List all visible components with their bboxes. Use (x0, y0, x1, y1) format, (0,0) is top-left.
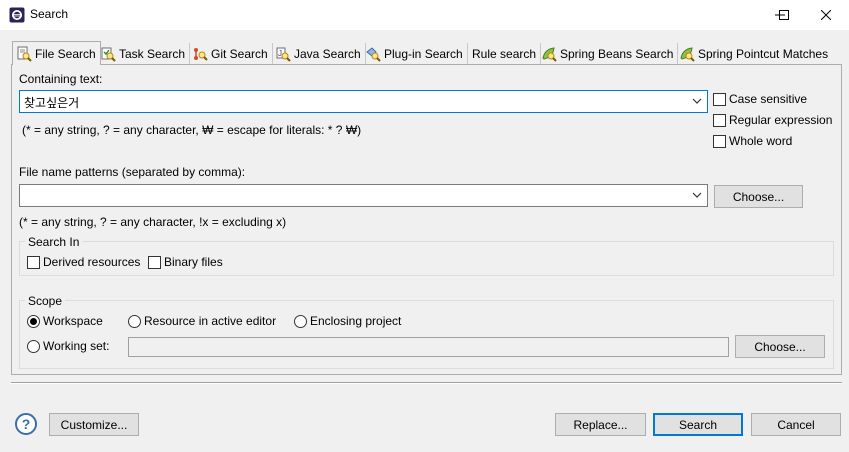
containing-text-value: 찾고싶은거 (24, 96, 80, 110)
footer-separator-highlight (11, 383, 842, 384)
help-button[interactable]: ? (15, 413, 37, 435)
binary-files-label: Binary files (164, 255, 223, 269)
close-icon (821, 10, 831, 20)
customize-button[interactable]: Customize... (49, 413, 139, 436)
containing-text-label: Containing text: (19, 72, 103, 86)
search-in-title: Search In (25, 235, 83, 249)
tab-java-search[interactable]: J Java Search (272, 43, 366, 64)
git-search-icon (194, 47, 208, 61)
maximize-button[interactable] (761, 0, 807, 30)
tab-git-search[interactable]: Git Search (189, 43, 273, 64)
file-search-icon (17, 46, 32, 62)
tab-label: Spring Beans Search (560, 46, 674, 61)
case-sensitive-checkbox[interactable] (713, 93, 726, 106)
tab-label: Java Search (294, 46, 361, 61)
window-title: Search (30, 7, 69, 21)
whole-word-label: Whole word (729, 134, 793, 148)
working-set-choose-button[interactable]: Choose... (735, 335, 825, 358)
working-set-label: Working set: (43, 339, 110, 353)
workspace-radio[interactable] (27, 315, 40, 328)
derived-resources-label: Derived resources (43, 255, 141, 269)
tab-file-search[interactable]: File Search (12, 41, 101, 65)
tab-label: File Search (35, 46, 96, 61)
chevron-down-icon[interactable] (691, 95, 703, 107)
task-search-icon (101, 47, 116, 62)
chevron-down-icon[interactable] (691, 189, 703, 201)
tab-spring-beans-search[interactable]: Spring Beans Search (538, 43, 679, 64)
file-patterns-hint: (* = any string, ? = any character, !x =… (19, 215, 287, 229)
replace-button[interactable]: Replace... (555, 413, 646, 436)
eclipse-app-icon (9, 7, 25, 23)
plugin-search-icon (366, 46, 381, 62)
help-icon: ? (21, 416, 31, 432)
tab-label: Rule search (472, 46, 537, 61)
maximize-icon (779, 10, 789, 20)
resource-in-active-editor-radio[interactable] (128, 315, 141, 328)
search-in-group (19, 241, 834, 276)
resource-in-active-editor-label: Resource in active editor (144, 314, 277, 328)
regular-expression-label: Regular expression (729, 113, 833, 127)
workspace-label: Workspace (43, 314, 103, 328)
containing-text-hint: (* = any string, ? = any character, ₩ = … (22, 123, 362, 137)
file-patterns-choose-button[interactable]: Choose... (714, 185, 803, 208)
spring-pointcut-icon (680, 46, 695, 62)
cancel-button[interactable]: Cancel (751, 413, 841, 436)
tab-spring-pointcut-matches[interactable]: Spring Pointcut Matches (676, 43, 832, 64)
working-set-radio[interactable] (27, 340, 40, 353)
java-search-icon: J (276, 47, 291, 62)
title-bar (0, 0, 849, 30)
enclosing-project-radio[interactable] (294, 315, 307, 328)
enclosing-project-label: Enclosing project (310, 314, 402, 328)
tab-label: Git Search (211, 46, 268, 61)
tab-label: Plug-in Search (384, 46, 463, 61)
derived-resources-checkbox[interactable] (27, 256, 40, 269)
file-patterns-label: File name patterns (separated by comma): (19, 165, 246, 179)
close-button[interactable] (803, 0, 849, 30)
tab-label: Spring Pointcut Matches (698, 46, 829, 61)
containing-text-combo[interactable]: 찾고싶은거 (19, 90, 708, 113)
tab-label: Task Search (119, 46, 186, 61)
binary-files-checkbox[interactable] (148, 256, 161, 269)
tab-plugin-search[interactable]: Plug-in Search (362, 43, 468, 64)
whole-word-checkbox[interactable] (713, 135, 726, 148)
regular-expression-checkbox[interactable] (713, 114, 726, 127)
tab-task-search[interactable]: Task Search (97, 43, 191, 64)
search-button[interactable]: Search (653, 413, 743, 436)
file-patterns-combo[interactable] (19, 184, 708, 207)
scope-group (19, 300, 834, 369)
scope-title: Scope (25, 294, 66, 308)
case-sensitive-label: Case sensitive (729, 92, 808, 106)
tab-rule-search[interactable]: Rule search (467, 43, 542, 64)
working-set-field[interactable] (128, 337, 729, 357)
svg-text:J: J (278, 49, 282, 58)
spring-beans-search-icon (542, 46, 557, 62)
